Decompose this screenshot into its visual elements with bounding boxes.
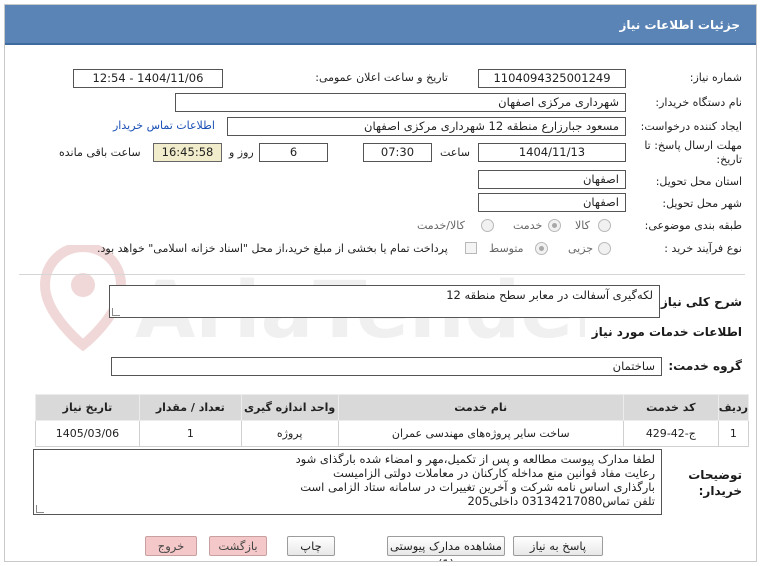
deadline-time-label: ساعت xyxy=(440,146,470,159)
services-section-title: اطلاعات خدمات مورد نیاز xyxy=(591,325,742,339)
cell-row-number: 1 xyxy=(717,420,750,447)
deadline-label-line2: تاریخ: xyxy=(716,153,742,166)
col-header-need-date: تاریخ نیاز xyxy=(35,394,140,421)
buyer-notes-label-line2: خریدار: xyxy=(698,484,742,498)
overall-description-field: لکه‌گیری آسفالت در معابر سطح منطقه 12 xyxy=(109,285,660,318)
cell-quantity: 1 xyxy=(138,420,242,447)
buyer-notes-line-3: بارگذاری اساس نامه شرکت و آخرین تغییرات … xyxy=(300,480,655,494)
buyer-org-field: شهرداری مرکزی اصفهان xyxy=(175,93,626,112)
print-button[interactable]: چاپ xyxy=(287,536,335,556)
cell-service-code: ج-42-429 xyxy=(622,420,719,447)
deadline-days-label: روز و xyxy=(229,146,254,159)
requester-field: مسعود جبارزارع منطقه 12 شهرداری مرکزی اص… xyxy=(227,117,626,136)
radio-medium-label: متوسط xyxy=(489,242,524,255)
services-table: ردیف کد خدمت نام خدمت واحد اندازه گیری ت… xyxy=(35,394,750,447)
radio-medium[interactable] xyxy=(535,242,548,255)
remaining-time-field: 16:45:58 xyxy=(153,143,222,162)
radio-minor-label: جزیی xyxy=(568,242,594,255)
radio-goods-service[interactable] xyxy=(481,219,494,232)
need-number-field: 1104094325001249 xyxy=(478,69,626,88)
radio-service[interactable] xyxy=(548,219,561,232)
cell-unit: پروژه xyxy=(240,420,339,447)
cell-need-date: 1405/03/06 xyxy=(35,420,140,447)
deadline-date-field: 1404/11/13 xyxy=(478,143,626,162)
treasury-payment-checkbox[interactable] xyxy=(465,242,477,254)
announce-datetime-field: 1404/11/06 - 12:54 xyxy=(73,69,223,88)
service-group-label: گروه خدمت: xyxy=(668,359,742,373)
col-header-row-number: ردیف xyxy=(717,394,750,421)
radio-goods-service-label: کالا/خدمت xyxy=(417,219,465,232)
treasury-payment-note: پرداخت تمام یا بخشی از مبلغ خرید،از محل … xyxy=(97,242,448,255)
title-bar: جزئیات اطلاعات نیاز xyxy=(5,5,756,45)
purchase-type-label: نوع فرآیند خرید : xyxy=(664,242,742,255)
radio-goods[interactable] xyxy=(598,219,611,232)
deadline-label-line1: مهلت ارسال پاسخ: تا xyxy=(644,139,742,152)
announce-datetime-label: تاریخ و ساعت اعلان عمومی: xyxy=(315,71,448,84)
delivery-city-field: اصفهان xyxy=(478,193,626,212)
view-attachments-button[interactable]: مشاهده مدارک پیوستی (1) xyxy=(387,536,505,561)
exit-button[interactable]: خروج xyxy=(145,536,197,556)
overall-description-text: لکه‌گیری آسفالت در معابر سطح منطقه 12 xyxy=(446,288,653,302)
delivery-province-label: استان محل تحویل: xyxy=(655,175,742,188)
buyer-notes-line-1: لطفا مدارک پیوست مطالعه و پس از تکمیل،مه… xyxy=(295,452,655,466)
back-button[interactable]: بازگشت xyxy=(209,536,267,556)
buyer-contact-link[interactable]: اطلاعات تماس خریدار xyxy=(113,119,215,132)
buyer-notes-line-4: تلفن تماس03134217080 داخلی205 xyxy=(467,494,655,508)
radio-service-label: خدمت xyxy=(513,219,543,232)
deadline-time-field: 07:30 xyxy=(363,143,432,162)
remaining-time-label: ساعت باقی مانده xyxy=(59,146,141,159)
radio-goods-label: کالا xyxy=(575,219,590,232)
overall-description-label: شرح کلی نیاز: xyxy=(656,295,742,309)
col-header-quantity: تعداد / مقدار xyxy=(138,394,242,421)
delivery-province-field: اصفهان xyxy=(478,170,626,189)
service-group-field: ساختمان xyxy=(111,357,662,376)
delivery-city-label: شهر محل تحویل: xyxy=(662,197,742,210)
col-header-service-name: نام خدمت xyxy=(337,394,624,421)
col-header-service-code: کد خدمت xyxy=(622,394,719,421)
cell-service-name: ساخت سایر پروژه‌های مهندسی عمران xyxy=(337,420,624,447)
section-divider xyxy=(19,274,745,275)
buyer-notes-label-line1: توضیحات xyxy=(688,468,742,482)
resize-handle[interactable] xyxy=(36,505,44,513)
radio-minor[interactable] xyxy=(598,242,611,255)
need-number-label: شماره نیاز: xyxy=(689,71,742,84)
col-header-unit: واحد اندازه گیری xyxy=(240,394,339,421)
buyer-notes-line-2: رعایت مفاد قوانین منع مداخله کارکنان در … xyxy=(332,466,655,480)
deadline-days-field: 6 xyxy=(259,143,328,162)
resize-handle[interactable] xyxy=(112,308,120,316)
buyer-notes-field: لطفا مدارک پیوست مطالعه و پس از تکمیل،مه… xyxy=(33,449,662,515)
page-title: جزئیات اطلاعات نیاز xyxy=(619,18,740,32)
need-details-panel: جزئیات اطلاعات نیاز AriaTender.neT شماره… xyxy=(4,4,757,562)
requester-label: ایجاد کننده درخواست: xyxy=(640,120,742,133)
reply-button[interactable]: پاسخ به نیاز xyxy=(513,536,603,556)
buyer-org-label: نام دستگاه خریدار: xyxy=(655,96,742,109)
table-row: 1 ج-42-429 ساخت سایر پروژه‌های مهندسی عم… xyxy=(35,420,750,447)
table-header-row: ردیف کد خدمت نام خدمت واحد اندازه گیری ت… xyxy=(35,394,750,421)
subject-category-label: طبقه بندی موضوعی: xyxy=(644,219,742,232)
